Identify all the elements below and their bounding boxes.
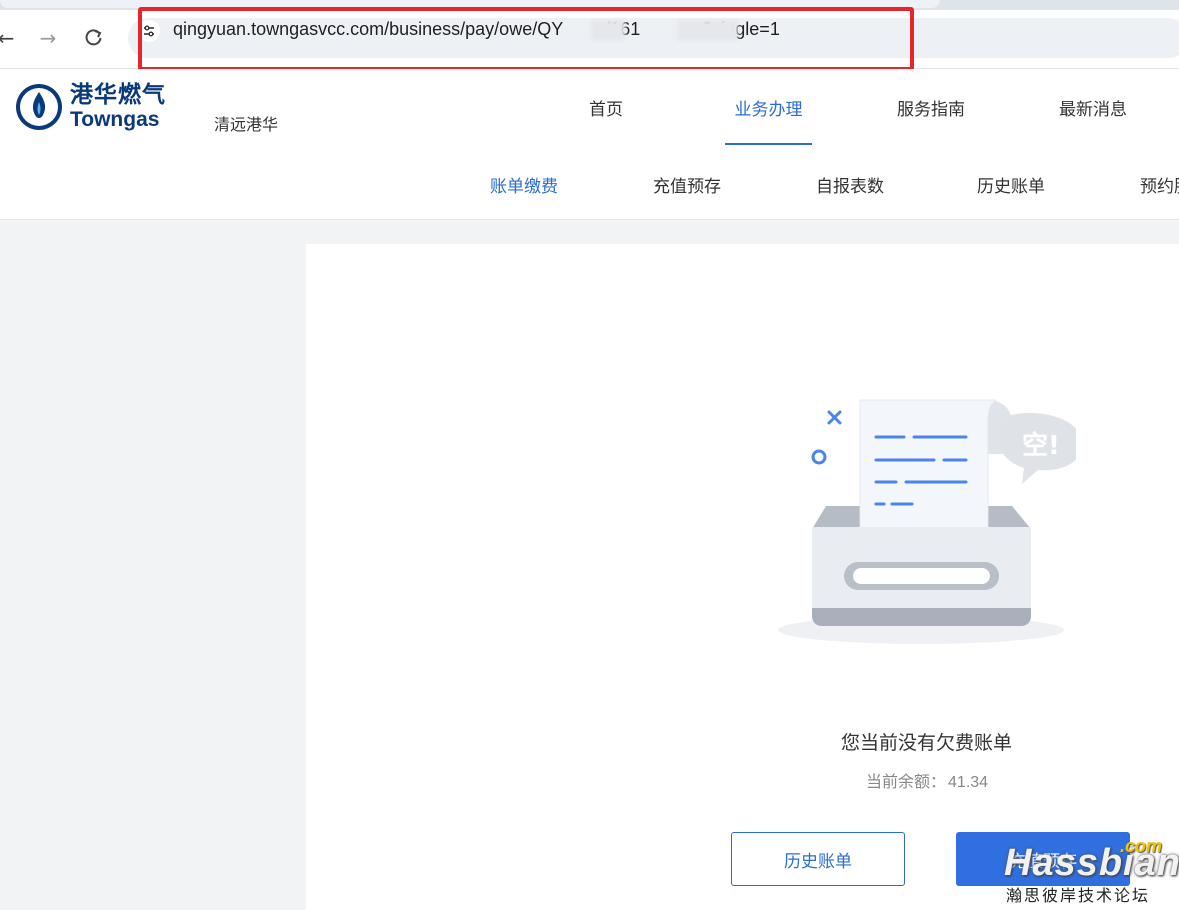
back-icon[interactable]: ← <box>0 24 20 52</box>
close-icon <box>827 410 842 425</box>
logo-english-text: Towngas <box>70 108 160 131</box>
subnav-recharge[interactable]: 充值预存 <box>653 172 721 197</box>
nav-latest-news[interactable]: 最新消息 <box>1052 69 1134 145</box>
url-highlight-box <box>138 7 914 71</box>
logo-chinese-text: 港华燃气 <box>70 82 166 108</box>
flame-logo-icon <box>16 84 62 130</box>
nav-service-guide-label: 服务指南 <box>897 99 965 120</box>
subnav-bill-payment[interactable]: 账单缴费 <box>490 172 558 197</box>
nav-latest-news-label: 最新消息 <box>1059 99 1127 120</box>
subnav-self-reading[interactable]: 自报表数 <box>816 172 884 197</box>
nav-service-guide[interactable]: 服务指南 <box>890 69 972 145</box>
subnav-history-bills[interactable]: 历史账单 <box>977 172 1045 197</box>
city-name: 清远港华 <box>214 115 279 134</box>
bubble-text: 空! <box>1022 430 1060 461</box>
balance-line: 当前余额： 41.34 <box>866 768 988 792</box>
subnav-appointment[interactable]: 预约服务 <box>1140 172 1179 197</box>
nav-business[interactable]: 业务办理 <box>725 69 812 145</box>
balance-value: 41.34 <box>948 774 989 791</box>
balance-label: 当前余额： <box>866 772 947 791</box>
history-bills-button[interactable]: 历史账单 <box>731 832 905 886</box>
reload-icon[interactable] <box>80 24 108 52</box>
recharge-button[interactable]: 充值预存 <box>956 832 1130 886</box>
forward-icon[interactable]: → <box>34 24 62 52</box>
nav-business-label: 业务办理 <box>734 99 803 120</box>
site-header: 港华燃气 Towngas 清远港华 首页 业务办理 服务指南 最新消息 <box>0 69 1179 146</box>
empty-bill-illustration: 空! <box>778 399 1076 644</box>
towngas-logo[interactable]: 港华燃气 Towngas <box>14 82 166 132</box>
nav-home[interactable]: 首页 <box>566 69 646 145</box>
no-bill-message: 您当前没有欠费账单 <box>841 732 1013 754</box>
nav-home-label: 首页 <box>589 99 623 120</box>
content-card: 空! 您当前没有欠费账单 当前余额： 41.34 历史账单 充值预存 <box>306 244 1179 910</box>
sub-nav: 账单缴费 充值预存 自报表数 历史账单 预约服务 <box>0 145 1179 220</box>
